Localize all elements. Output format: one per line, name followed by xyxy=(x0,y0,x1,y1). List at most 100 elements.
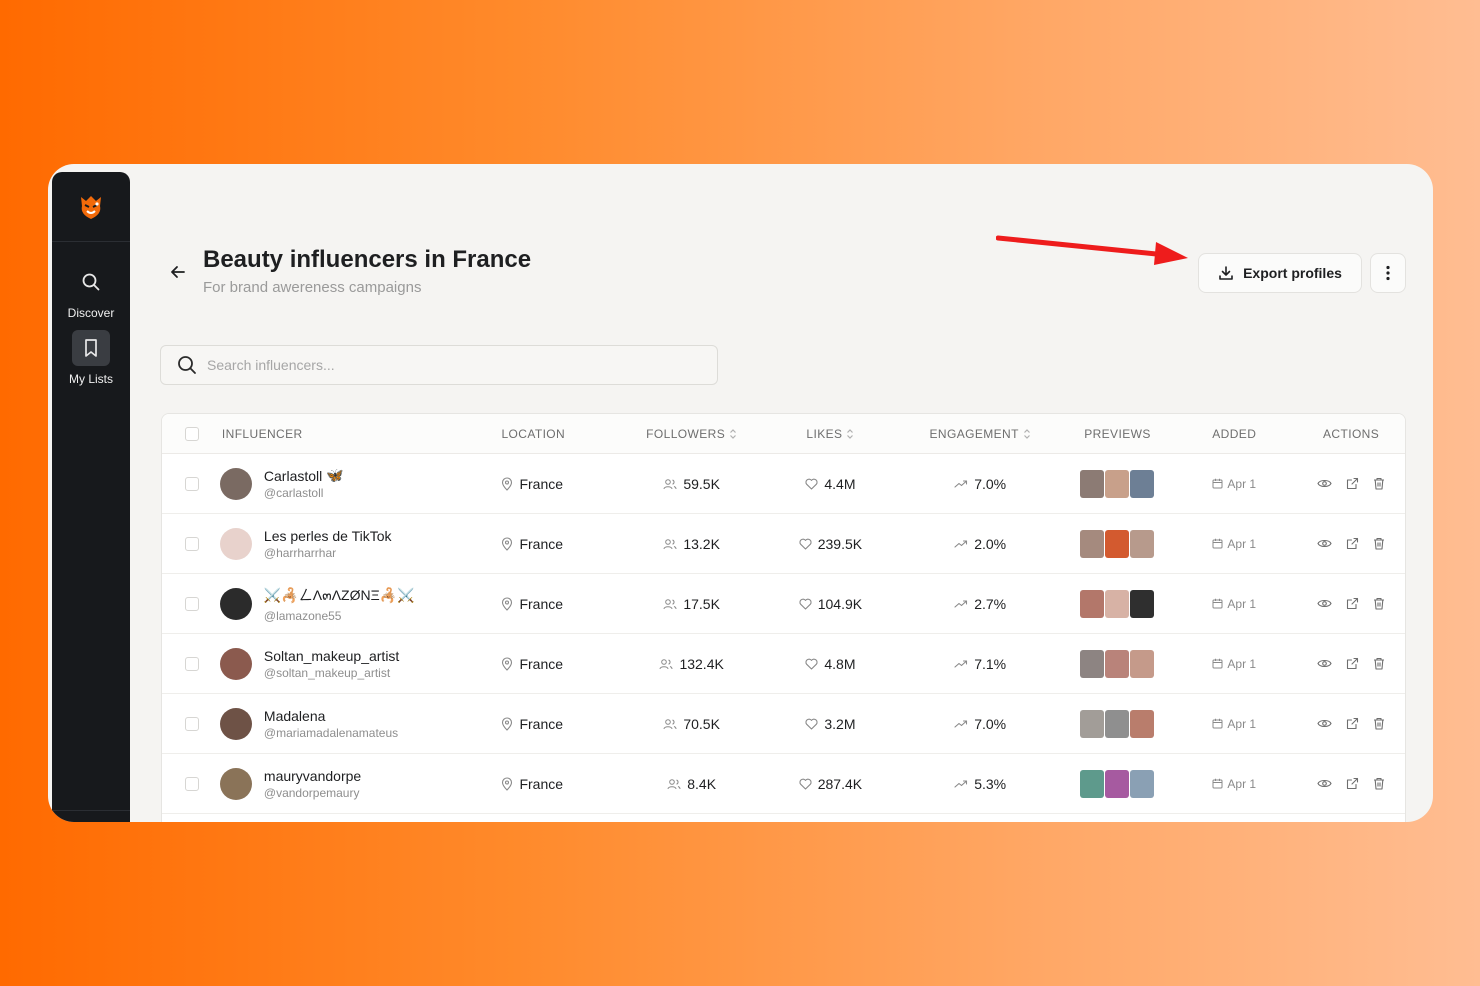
preview-thumbnail[interactable] xyxy=(1130,529,1155,558)
preview-thumbnail[interactable] xyxy=(1080,769,1105,798)
trash-icon[interactable] xyxy=(1373,657,1385,670)
influencer-name[interactable]: Carlastoll xyxy=(264,468,322,484)
row-checkbox[interactable] xyxy=(184,536,199,551)
location-value: France xyxy=(519,475,564,492)
search-icon-wrap xyxy=(72,264,110,300)
engagement-value: 7.0% xyxy=(974,715,1007,732)
avatar[interactable] xyxy=(219,527,252,560)
preview-thumbnail[interactable] xyxy=(1080,529,1105,558)
preview-thumbnail[interactable] xyxy=(1080,709,1105,738)
preview-thumbnails[interactable] xyxy=(1080,469,1155,498)
preview-thumbnails[interactable] xyxy=(1080,709,1155,738)
row-checkbox[interactable] xyxy=(184,716,199,731)
preview-thumbnail[interactable] xyxy=(1105,709,1130,738)
search-input[interactable] xyxy=(207,357,717,373)
external-link-icon[interactable] xyxy=(1346,717,1359,730)
influencer-name[interactable]: ⚔️🦂ㄥΛ๓ΛΖØΝΞ🦂⚔️ xyxy=(264,585,415,607)
preview-thumbnail[interactable] xyxy=(1080,649,1105,678)
avatar[interactable] xyxy=(219,647,252,680)
row-checkbox[interactable] xyxy=(184,656,199,671)
more-options-button[interactable] xyxy=(1370,253,1406,293)
preview-thumbnail[interactable] xyxy=(1105,769,1130,798)
preview-thumbnail[interactable] xyxy=(1080,589,1105,618)
table-row[interactable]: ⚔️🦂ㄥΛ๓ΛΖØΝΞ🦂⚔️ @lamazone55 France 17.5K … xyxy=(162,574,1405,634)
external-link-icon[interactable] xyxy=(1346,537,1359,550)
eye-icon[interactable] xyxy=(1317,718,1332,729)
preview-thumbnail[interactable] xyxy=(1130,709,1155,738)
search-bar[interactable] xyxy=(160,345,718,385)
search-icon xyxy=(178,356,196,374)
added-date: Apr 1 xyxy=(1227,536,1257,551)
users-icon xyxy=(659,658,673,669)
column-header-influencer: INFLUENCER xyxy=(221,426,303,441)
trending-up-icon xyxy=(954,539,968,548)
row-checkbox[interactable] xyxy=(184,596,199,611)
sidebar-footer xyxy=(52,810,130,822)
table-header: INFLUENCER LOCATION FOLLOWERS LIKES ENGA… xyxy=(162,414,1405,454)
trash-icon[interactable] xyxy=(1373,717,1385,730)
row-checkbox[interactable] xyxy=(184,776,199,791)
table-row[interactable]: Carlastoll 🦋 @carlastoll France 59.5K 4.4… xyxy=(162,454,1405,514)
eye-icon[interactable] xyxy=(1317,778,1332,789)
row-checkbox[interactable] xyxy=(184,476,199,491)
preview-thumbnails[interactable] xyxy=(1080,589,1155,618)
table-row[interactable]: mauryvandorpe @vandorpemaury France 8.4K… xyxy=(162,754,1405,814)
column-header-followers[interactable]: FOLLOWERS xyxy=(646,427,737,441)
avatar[interactable] xyxy=(219,767,252,800)
preview-thumbnail[interactable] xyxy=(1105,589,1130,618)
users-icon xyxy=(663,478,677,489)
avatar[interactable] xyxy=(219,467,252,500)
influencer-name[interactable]: Madalena xyxy=(264,708,326,724)
table-row[interactable]: Les perles de TikTok @harrharrhar France… xyxy=(162,514,1405,574)
preview-thumbnail[interactable] xyxy=(1105,649,1130,678)
preview-thumbnail[interactable] xyxy=(1080,469,1105,498)
heart-icon xyxy=(799,778,812,790)
trending-up-icon xyxy=(954,479,968,488)
external-link-icon[interactable] xyxy=(1346,777,1359,790)
avatar[interactable] xyxy=(219,707,252,740)
eye-icon[interactable] xyxy=(1317,658,1332,669)
users-icon xyxy=(663,718,677,729)
eye-icon[interactable] xyxy=(1317,598,1332,609)
column-header-engagement[interactable]: ENGAGEMENT xyxy=(930,427,1031,441)
tiger-logo-icon[interactable] xyxy=(76,192,106,222)
export-profiles-button[interactable]: Export profiles xyxy=(1198,253,1362,293)
added-date: Apr 1 xyxy=(1227,716,1257,731)
sidebar-item-my-lists[interactable]: My Lists xyxy=(52,330,130,386)
preview-thumbnails[interactable] xyxy=(1080,769,1155,798)
eye-icon[interactable] xyxy=(1317,538,1332,549)
influencer-name[interactable]: mauryvandorpe xyxy=(264,768,361,784)
select-all-checkbox[interactable] xyxy=(184,426,199,441)
column-header-location: LOCATION xyxy=(501,426,566,441)
preview-thumbnail[interactable] xyxy=(1105,469,1130,498)
page-subtitle: For brand awereness campaigns xyxy=(203,279,422,296)
preview-thumbnail[interactable] xyxy=(1130,769,1155,798)
eye-icon[interactable] xyxy=(1317,478,1332,489)
preview-thumbnails[interactable] xyxy=(1080,649,1155,678)
preview-thumbnail[interactable] xyxy=(1130,469,1155,498)
trash-icon[interactable] xyxy=(1373,477,1385,490)
back-arrow-icon[interactable] xyxy=(168,262,188,282)
followers-header-label: FOLLOWERS xyxy=(646,426,726,441)
likes-value: 3.2M xyxy=(824,715,856,732)
influencer-name[interactable]: Les perles de TikTok xyxy=(264,528,392,544)
influencer-name[interactable]: Soltan_makeup_artist xyxy=(264,648,399,664)
trash-icon[interactable] xyxy=(1373,597,1385,610)
column-header-likes[interactable]: LIKES xyxy=(806,427,854,441)
trash-icon[interactable] xyxy=(1373,777,1385,790)
preview-thumbnail[interactable] xyxy=(1130,649,1155,678)
table-row[interactable]: Soltan_makeup_artist @soltan_makeup_arti… xyxy=(162,634,1405,694)
external-link-icon[interactable] xyxy=(1346,477,1359,490)
avatar[interactable] xyxy=(219,587,252,620)
trash-icon[interactable] xyxy=(1373,537,1385,550)
preview-thumbnails[interactable] xyxy=(1080,529,1155,558)
preview-thumbnail[interactable] xyxy=(1105,529,1130,558)
sidebar-item-discover[interactable]: Discover xyxy=(52,264,130,320)
column-header-previews: PREVIEWS xyxy=(1084,426,1151,441)
preview-thumbnail[interactable] xyxy=(1130,589,1155,618)
likes-value: 104.9K xyxy=(817,595,863,612)
location-value: France xyxy=(519,655,564,672)
table-row[interactable]: Madalena @mariamadalenamateus France 70.… xyxy=(162,694,1405,754)
external-link-icon[interactable] xyxy=(1346,597,1359,610)
external-link-icon[interactable] xyxy=(1346,657,1359,670)
